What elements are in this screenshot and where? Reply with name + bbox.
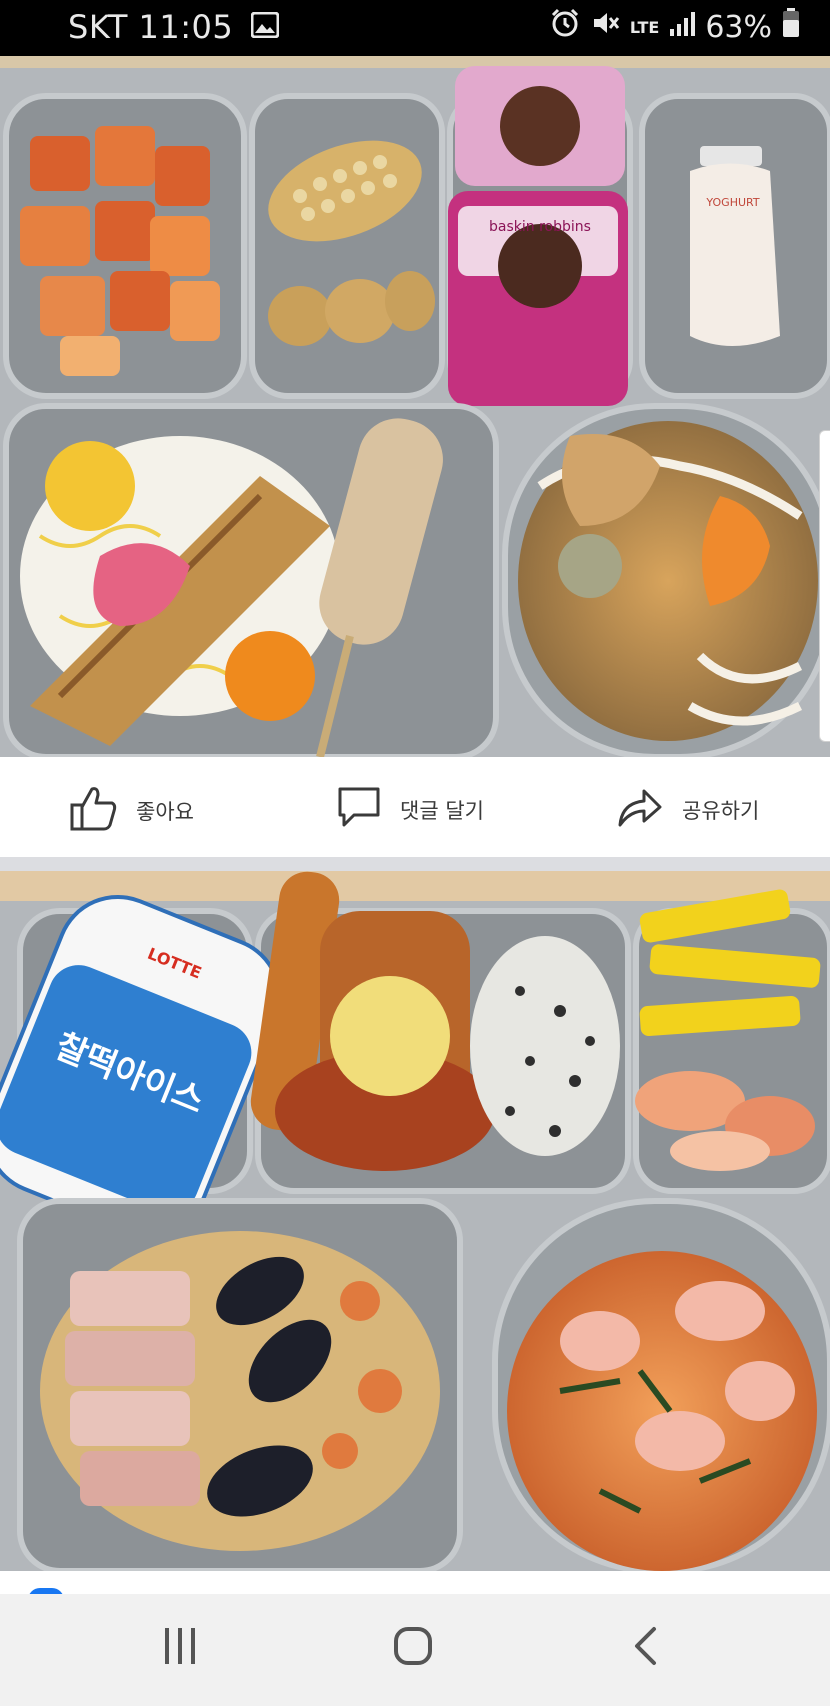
back-icon (632, 1627, 658, 1670)
share-button[interactable]: 공유하기 (616, 785, 759, 834)
thumbs-up-icon (70, 785, 118, 836)
mute-icon (590, 8, 620, 46)
battery-icon (782, 8, 800, 46)
feed-divider (0, 857, 830, 871)
share-label: 공유하기 (682, 798, 760, 823)
post-photo-2[interactable]: LOTTE 찰떡아이스 (0, 871, 830, 1571)
like-label: 좋아요 (136, 799, 194, 824)
post-action-bar: 좋아요 댓글 달기 공유하기 (0, 757, 830, 857)
recent-apps-button[interactable] (162, 1626, 198, 1670)
share-arrow-icon (616, 785, 664, 834)
bottle-label: YOGHURT (705, 196, 759, 209)
home-icon (393, 1627, 433, 1670)
status-left: SKT 11:05 (68, 8, 280, 46)
like-button[interactable]: 좋아요 (70, 785, 194, 836)
lunch-tray-image-1: baskin robbins YOGHURT (0, 56, 830, 757)
battery-percent: 63% (705, 9, 772, 45)
cup-brand-label: baskin robbins (489, 219, 591, 235)
status-right: LTE 63% (550, 8, 800, 46)
comment-button[interactable]: 댓글 달기 (336, 785, 484, 834)
carrier-time: SKT 11:05 (68, 8, 234, 46)
lunch-tray-image-2: LOTTE 찰떡아이스 (0, 871, 830, 1571)
signal-icon (669, 10, 696, 45)
alarm-icon (550, 8, 580, 46)
comment-label: 댓글 달기 (400, 798, 484, 823)
back-button[interactable] (632, 1626, 658, 1670)
post-photo-1[interactable]: baskin robbins YOGHURT (0, 56, 830, 757)
recent-apps-icon (162, 1628, 198, 1670)
network-type: LTE (629, 17, 660, 37)
home-button[interactable] (393, 1626, 433, 1670)
gallery-icon (250, 8, 280, 46)
scroll-indicator[interactable] (819, 430, 830, 742)
status-bar: SKT 11:05 LTE 63% (0, 0, 830, 56)
system-nav-bar (0, 1594, 830, 1706)
speech-bubble-icon (336, 785, 382, 834)
